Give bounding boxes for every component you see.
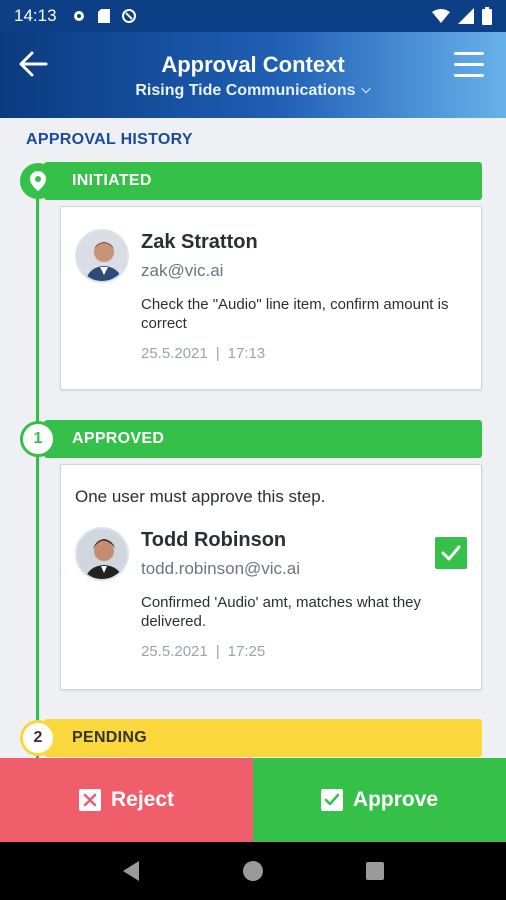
checkmark-icon — [441, 545, 461, 561]
person-name: Todd Robinson — [141, 529, 287, 551]
approval-history-panel: APPROVAL HISTORY INITIATED Zak Stratton … — [0, 118, 506, 758]
person-name: Zak Stratton — [141, 231, 258, 253]
timestamp: 25.5.2021 | 17:25 — [141, 643, 266, 660]
nav-recents-icon[interactable] — [365, 861, 385, 881]
hamburger-menu-icon — [454, 52, 484, 55]
date-text: 25.5.2021 — [141, 643, 208, 660]
approve-label: Approve — [352, 788, 439, 811]
step-header-pending: PENDING — [44, 719, 482, 757]
approval-step-card: One user must approve this step. Todd Ro… — [60, 464, 482, 690]
approve-button[interactable]: Approve — [253, 758, 506, 842]
chevron-down-icon: ⌵ — [361, 82, 371, 96]
step-marker-2: 2 — [20, 720, 56, 756]
nav-back-icon[interactable] — [121, 860, 141, 882]
company-name: Rising Tide Communications — [135, 82, 356, 99]
nav-home-icon[interactable] — [242, 860, 264, 882]
timeline-line — [36, 178, 39, 758]
battery-icon — [482, 7, 492, 25]
menu-button[interactable] — [454, 52, 484, 78]
check-box-icon — [320, 789, 343, 811]
person-email: zak@vic.ai — [141, 261, 224, 280]
company-selector[interactable]: Rising Tide Communications ⌵ — [0, 82, 506, 100]
action-bar: Reject Approve — [0, 758, 506, 842]
signal-icon — [458, 8, 474, 24]
step-label: INITIATED — [72, 172, 152, 189]
approval-rule: One user must approve this step. — [75, 487, 326, 506]
sync-icon — [121, 9, 136, 23]
person-email: todd.robinson@vic.ai — [141, 559, 301, 578]
step-header-approved: APPROVED — [44, 420, 482, 458]
timestamp: 25.5.2021 | 17:13 — [141, 345, 266, 362]
step-header-initiated: INITIATED — [44, 162, 482, 200]
section-title: APPROVAL HISTORY — [26, 131, 193, 148]
time-text: 17:13 — [227, 345, 266, 362]
avatar — [75, 527, 129, 581]
date-text: 25.5.2021 — [141, 345, 208, 362]
step-marker-1: 1 — [20, 421, 56, 457]
status-bar: 14:13 — [0, 0, 506, 32]
settings-icon — [73, 11, 84, 21]
wifi-icon — [432, 9, 450, 23]
location-pin-icon — [30, 171, 46, 191]
close-box-icon — [78, 789, 101, 811]
reject-button[interactable]: Reject — [0, 758, 253, 842]
comment-text: Check the "Audio" line item, confirm amo… — [141, 296, 449, 332]
app-header: Approval Context Rising Tide Communicati… — [0, 32, 506, 118]
approved-status-badge — [435, 537, 467, 569]
step-number: 2 — [33, 729, 43, 746]
approval-entry-card: Zak Stratton zak@vic.ai Check the "Audio… — [60, 206, 482, 390]
step-marker-initiated — [20, 163, 56, 199]
step-label: APPROVED — [72, 430, 165, 447]
sd-card-icon — [97, 9, 110, 23]
status-time: 14:13 — [14, 6, 57, 25]
system-nav-bar — [0, 842, 506, 900]
comment-text: Confirmed 'Audio' amt, matches what they… — [141, 594, 422, 630]
reject-label: Reject — [110, 788, 175, 811]
avatar — [75, 229, 129, 283]
page-title: Approval Context — [161, 52, 345, 77]
step-number: 1 — [33, 430, 43, 447]
time-text: 17:25 — [227, 643, 266, 660]
step-label: PENDING — [72, 729, 147, 746]
